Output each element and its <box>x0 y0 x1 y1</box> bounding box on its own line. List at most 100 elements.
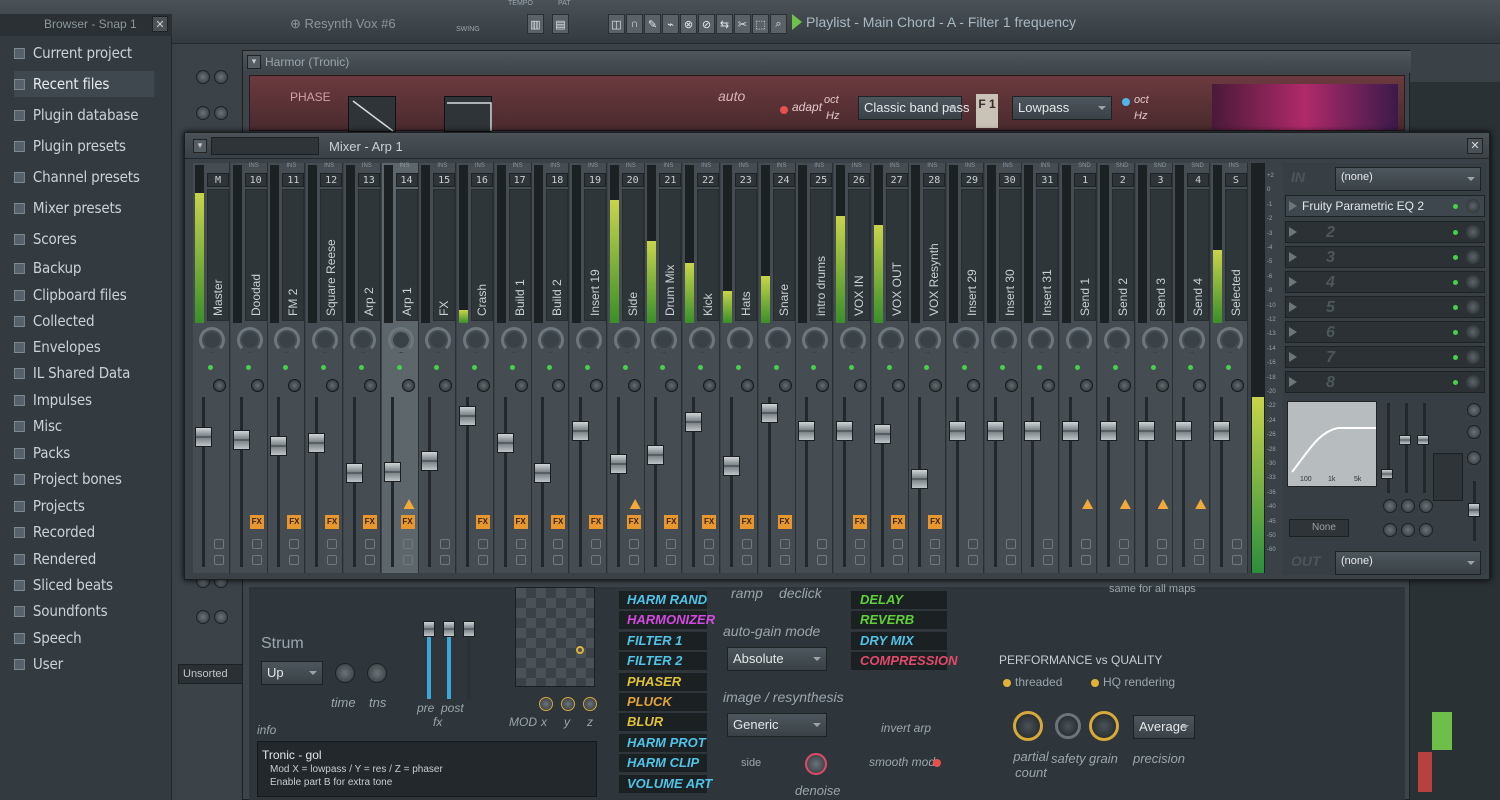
strip-disk-icon[interactable] <box>440 555 451 565</box>
fx-badge-icon[interactable]: FX <box>400 515 415 529</box>
route-arrow-icon[interactable] <box>1195 499 1207 509</box>
strip-pan-knob[interactable] <box>1216 327 1243 353</box>
strip-disk-icon[interactable] <box>289 555 300 565</box>
invert-arp-label[interactable]: invert arp <box>881 721 931 735</box>
fx-badge-icon[interactable]: FX <box>852 515 867 529</box>
strip-stereo-knob[interactable] <box>1080 379 1094 392</box>
smooth-mod-led[interactable] <box>933 759 941 767</box>
mixer-strip[interactable]: INS 18 Build 2 FX <box>532 163 570 573</box>
strip-name-box[interactable]: Master <box>207 189 229 321</box>
adapt-led[interactable] <box>780 106 788 114</box>
strip-pan-knob[interactable] <box>1066 327 1093 353</box>
strip-enable-led[interactable] <box>434 365 440 370</box>
same-maps-label[interactable]: same for all maps <box>1109 583 1196 595</box>
eq-bw-knob[interactable] <box>1401 523 1415 537</box>
phase-graph[interactable] <box>348 96 396 132</box>
mod-z-knob[interactable] <box>583 697 597 711</box>
slot-mix-knob[interactable] <box>1466 250 1480 264</box>
strip-record-icon[interactable] <box>289 539 300 549</box>
eq-freq-knob[interactable] <box>1419 499 1433 513</box>
strip-record-icon[interactable] <box>1005 539 1016 549</box>
strip-disk-icon[interactable] <box>327 555 338 565</box>
slot-mix-knob[interactable] <box>1466 325 1480 339</box>
strip-disk-icon[interactable] <box>251 555 262 565</box>
fx-badge-icon[interactable]: FX <box>928 515 943 529</box>
strip-pan-knob[interactable] <box>1179 327 1206 353</box>
mixer-strip[interactable]: SND 4 Send 4 <box>1173 163 1211 573</box>
strip-stereo-knob[interactable] <box>627 379 641 392</box>
mod-x-knob[interactable] <box>539 697 553 711</box>
browser-item[interactable]: Projects <box>14 493 154 519</box>
pre-fader[interactable] <box>423 621 435 637</box>
eq-bw-knob[interactable] <box>1383 523 1397 537</box>
strip-pan-knob[interactable] <box>462 327 489 353</box>
strip-name-box[interactable]: Insert 30 <box>998 189 1021 321</box>
strip-name-box[interactable]: Send 2 <box>1111 189 1134 321</box>
mixer-strip[interactable]: INS 29 Insert 29 <box>947 163 984 573</box>
strip-record-icon[interactable] <box>251 539 262 549</box>
strip-enable-led[interactable] <box>1075 365 1081 370</box>
strip-pan-knob[interactable] <box>199 327 225 353</box>
strip-pan-knob[interactable] <box>312 327 339 353</box>
strip-volume-fader[interactable] <box>685 412 703 432</box>
strip-stereo-knob[interactable] <box>740 379 754 392</box>
strip-volume-fader[interactable] <box>647 445 665 465</box>
strip-enable-led[interactable] <box>735 365 741 370</box>
paint-icon[interactable]: ⌁ <box>662 14 679 34</box>
browser-item[interactable]: Recent files <box>14 71 155 97</box>
strip-enable-led[interactable] <box>698 365 704 370</box>
strip-volume-fader[interactable] <box>1099 421 1117 441</box>
strip-pan-knob[interactable] <box>613 327 640 353</box>
strip-enable-led[interactable] <box>622 365 628 370</box>
output-dropdown[interactable]: (none) <box>1335 551 1481 575</box>
slot-enable-led[interactable] <box>1453 280 1458 285</box>
strip-name-box[interactable]: Arp 2 <box>357 189 380 321</box>
strip-disk-icon[interactable] <box>402 555 413 565</box>
strip-disk-icon[interactable] <box>515 555 526 565</box>
strip-stereo-knob[interactable] <box>1155 379 1169 392</box>
strip-record-icon[interactable] <box>1118 539 1129 549</box>
fx-tab[interactable]: FILTER 2 <box>619 652 707 672</box>
playlist-clip[interactable] <box>1432 712 1452 750</box>
strip-name-box[interactable]: Build 2 <box>546 189 569 321</box>
smooth-mod-label[interactable]: smooth mod <box>869 755 935 769</box>
filter-type-dropdown[interactable]: Classic band pass <box>858 96 970 120</box>
mixer-strip[interactable]: INS 19 Insert 19 FX <box>570 163 607 573</box>
fx-tab[interactable]: REVERB <box>851 611 947 631</box>
strip-stereo-knob[interactable] <box>1230 379 1244 392</box>
strip-enable-led[interactable] <box>1037 365 1043 370</box>
strip-pan-knob[interactable] <box>425 327 452 353</box>
filter-badge[interactable]: F 1 <box>976 94 998 128</box>
close-icon[interactable]: ✕ <box>1467 138 1483 154</box>
fx-tab[interactable]: DELAY <box>851 591 947 610</box>
strip-pan-knob[interactable] <box>802 327 829 353</box>
strip-stereo-knob[interactable] <box>929 379 943 392</box>
strip-volume-fader[interactable] <box>345 463 363 483</box>
strip-name-box[interactable]: Snare <box>772 189 795 321</box>
strip-volume-fader[interactable] <box>986 421 1004 441</box>
mixer-strip[interactable]: INS 26 VOX IN FX <box>833 163 871 573</box>
strip-enable-led[interactable] <box>848 365 854 370</box>
mixer-strip[interactable]: INS 21 Drum Mix FX <box>645 163 683 573</box>
safety-knob[interactable] <box>1055 713 1081 739</box>
strip-enable-led[interactable] <box>660 365 666 370</box>
mixer-strip[interactable]: INS 22 Kick FX <box>683 163 721 573</box>
xy-cursor[interactable] <box>576 646 584 654</box>
strip-name-box[interactable]: Send 1 <box>1074 189 1097 321</box>
strip-pan-knob[interactable] <box>1103 327 1130 353</box>
strip-disk-icon[interactable] <box>779 555 790 565</box>
strip-stereo-knob[interactable] <box>326 379 340 392</box>
browser-item[interactable]: Rendered <box>14 546 154 572</box>
filter-mode-dropdown[interactable]: Lowpass <box>1012 96 1112 120</box>
strip-enable-led[interactable] <box>1150 365 1156 370</box>
piano-roll-icon[interactable]: ▤ <box>552 14 569 34</box>
strip-record-icon[interactable] <box>214 539 224 549</box>
fx-badge-icon[interactable]: FX <box>589 515 603 529</box>
partial-count-knob[interactable] <box>1013 711 1043 741</box>
route-arrow-icon[interactable] <box>1119 499 1131 509</box>
strip-record-icon[interactable] <box>402 539 413 549</box>
route-arrow-icon[interactable] <box>629 499 641 509</box>
strip-pan-knob[interactable] <box>915 327 942 353</box>
fx-badge-icon[interactable]: FX <box>362 515 377 529</box>
browser-item[interactable]: Plugin presets <box>14 133 154 159</box>
